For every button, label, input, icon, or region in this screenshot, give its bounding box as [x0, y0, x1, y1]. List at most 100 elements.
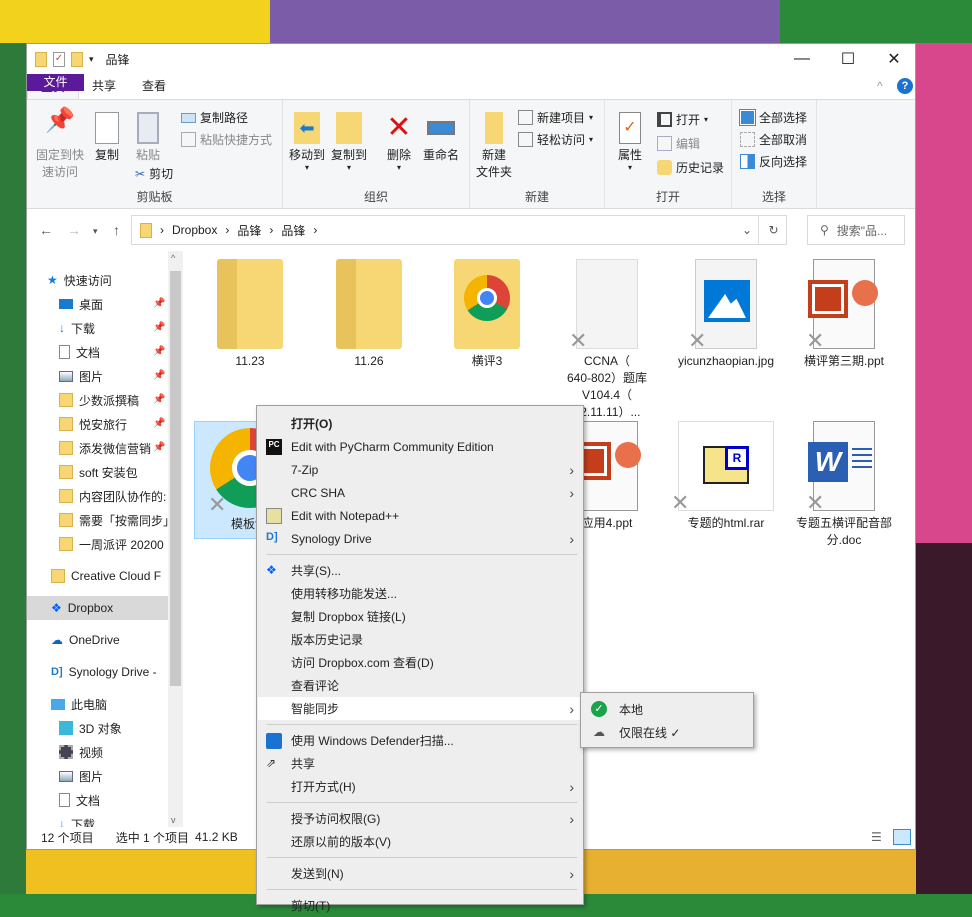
nav-scrollbar[interactable]: ^ v	[168, 251, 183, 827]
paste-shortcut-button[interactable]: 粘贴快捷方式	[181, 131, 272, 148]
context-menu-item[interactable]: 授予访问权限(G) ›	[258, 807, 582, 830]
file-item[interactable]: 11.23	[194, 259, 306, 370]
nav-item-folder[interactable]: soft 安装包	[59, 460, 183, 484]
nav-item-pictures[interactable]: 图片	[59, 764, 183, 788]
copy-button[interactable]: 复制	[89, 112, 125, 164]
nav-item-creative-cloud[interactable]: Creative Cloud F	[51, 564, 183, 588]
maximize-button[interactable]: ☐	[825, 44, 871, 74]
collapse-ribbon-icon[interactable]: ^	[877, 79, 883, 93]
context-menu-item[interactable]: 7-Zip ›	[258, 458, 582, 481]
breadcrumb-item[interactable]: Dropbox	[172, 223, 217, 237]
move-to-button[interactable]: ⬅ 移动到 ▾	[287, 112, 327, 172]
context-menu-item[interactable]: 打开方式(H) ›	[258, 775, 582, 798]
file-item[interactable]: R ✕ 专题的html.rar	[670, 421, 782, 532]
context-menu-item[interactable]: 剪切(T)	[258, 894, 582, 917]
forward-button[interactable]: →	[67, 222, 81, 238]
tab-view[interactable]: 查看	[129, 74, 179, 99]
paste-button[interactable]: 粘贴	[129, 112, 167, 164]
select-all-button[interactable]: 全部选择	[739, 109, 807, 126]
file-item[interactable]: 横评3	[431, 259, 543, 370]
context-menu-item[interactable]: ❖ 共享(S)...	[258, 559, 582, 582]
tab-share[interactable]: 共享	[79, 74, 129, 99]
label: 少数派撰稿	[79, 393, 140, 408]
copy-path-button[interactable]: 复制路径	[181, 109, 248, 126]
edit-button[interactable]: 编辑	[657, 135, 700, 152]
file-item[interactable]: ✕ CCNA（ 640-802）题库 V104.4（ 12.11.11）...	[551, 259, 663, 421]
nav-item-folder[interactable]: 内容团队协作的:	[59, 484, 183, 508]
tab-file[interactable]: 文件	[27, 74, 84, 91]
submenu-item-local[interactable]: ✓ 本地	[581, 698, 751, 720]
file-item[interactable]: ✕ yicunzhaopian.jpg	[670, 259, 782, 370]
label: 编辑	[676, 137, 701, 151]
file-item[interactable]: W ✕ 专题五横评配音部分.doc	[788, 421, 900, 549]
new-folder-button[interactable]: 新建 文件夹	[474, 112, 514, 181]
scrollbar-thumb[interactable]	[170, 271, 181, 686]
nav-item-dropbox[interactable]: ❖ Dropbox	[27, 596, 168, 620]
up-button[interactable]: ↑	[113, 222, 120, 238]
breadcrumb-item[interactable]: 品锋	[237, 222, 261, 239]
scroll-down-icon[interactable]: v	[171, 815, 176, 825]
nav-item-synology[interactable]: D] Synology Drive -	[51, 660, 183, 684]
nav-item-3d-objects[interactable]: 3D 对象	[59, 716, 183, 740]
easy-access-button[interactable]: 轻松访问 ▾	[518, 131, 593, 148]
context-menu-item[interactable]: 打开(O)	[258, 412, 582, 435]
details-view-button[interactable]: ☰	[871, 830, 882, 844]
nav-item-this-pc[interactable]: 此电脑	[51, 692, 183, 716]
nav-quick-access[interactable]: ★ 快速访问	[47, 268, 183, 292]
nav-item-onedrive[interactable]: ☁ OneDrive	[51, 628, 183, 652]
context-menu-item[interactable]: 使用 Windows Defender扫描...	[258, 729, 582, 752]
context-menu-item[interactable]: 访问 Dropbox.com 查看(D)	[258, 651, 582, 674]
open-button[interactable]: 打开 ▾	[657, 111, 708, 128]
invert-selection-button[interactable]: 反向选择	[740, 153, 807, 170]
nav-item-documents[interactable]: 文档	[59, 788, 183, 812]
new-item-button[interactable]: 新建项目 ▾	[518, 109, 593, 126]
file-item[interactable]: 11.26	[313, 259, 425, 370]
context-menu-item[interactable]: 版本历史记录	[258, 628, 582, 651]
context-menu-item[interactable]: D] Synology Drive ›	[258, 527, 582, 550]
recent-locations-button[interactable]: ▾	[93, 226, 98, 237]
new-folder-quick-icon[interactable]	[71, 51, 83, 67]
refresh-button[interactable]: ↻	[758, 216, 788, 244]
rename-button[interactable]: 重命名	[419, 112, 463, 164]
context-menu-item[interactable]: PC Edit with PyCharm Community Edition	[258, 435, 582, 458]
minimize-button[interactable]: —	[779, 44, 825, 74]
nav-item-folder[interactable]: 需要「按需同步」	[59, 508, 183, 532]
file-item[interactable]: ✕ 横评第三期.ppt	[788, 259, 900, 370]
search-input[interactable]: ⚲ 搜索"品...	[807, 215, 905, 245]
cut-button[interactable]: ✂ 剪切	[135, 165, 173, 182]
delete-button[interactable]: ✕ 删除 ▾	[383, 112, 415, 172]
context-menu-item[interactable]: Edit with Notepad++	[258, 504, 582, 527]
chevron-right-icon: ›	[569, 484, 574, 501]
context-menu-item[interactable]: 复制 Dropbox 链接(L)	[258, 605, 582, 628]
menu-item-label: 使用 Windows Defender扫描...	[291, 734, 454, 748]
select-none-button[interactable]: 全部取消	[740, 131, 807, 148]
history-button[interactable]: 历史记录	[657, 159, 724, 176]
close-button[interactable]: ✕	[871, 44, 917, 74]
customize-toolbar-icon[interactable]: ▾	[89, 54, 94, 65]
context-menu-item[interactable]: 智能同步 ›	[258, 697, 582, 720]
properties-quick-icon[interactable]: ✓	[53, 51, 65, 67]
back-button[interactable]: ←	[39, 222, 53, 238]
help-icon[interactable]: ?	[897, 78, 913, 94]
cube-icon	[59, 721, 73, 735]
context-menu-item[interactable]: 查看评论	[258, 674, 582, 697]
context-menu-item[interactable]: 还原以前的版本(V)	[258, 830, 582, 853]
context-menu-item[interactable]: ⇗ 共享	[258, 752, 582, 775]
nav-item-folder[interactable]: 一周派评 20200	[59, 532, 183, 556]
context-menu-item[interactable]: CRC SHA ›	[258, 481, 582, 504]
scroll-up-icon[interactable]: ^	[171, 253, 175, 263]
submenu-item-online-only[interactable]: ☁ 仅限在线 ✓	[581, 721, 751, 743]
address-dropdown-icon[interactable]: ⌄	[742, 223, 752, 237]
nav-item-videos[interactable]: 视频	[59, 740, 183, 764]
menu-item-label: 访问 Dropbox.com 查看(D)	[291, 656, 434, 670]
label: 需要「按需同步」	[79, 513, 176, 528]
pin-quick-access-button[interactable]: 📌 固定到快 速访问	[33, 109, 87, 181]
context-menu-item[interactable]: 发送到(N) ›	[258, 862, 582, 885]
breadcrumb-item[interactable]: 品锋	[281, 222, 305, 239]
copy-to-button[interactable]: 复制到 ▾	[329, 112, 369, 172]
address-bar[interactable]: › Dropbox › 品锋 › 品锋 › ⌄ ↻	[131, 215, 787, 245]
open-icon	[657, 112, 672, 127]
properties-button[interactable]: ✓ 属性 ▾	[613, 112, 647, 172]
large-icons-view-button[interactable]	[893, 829, 911, 845]
context-menu-item[interactable]: 使用转移功能发送...	[258, 582, 582, 605]
